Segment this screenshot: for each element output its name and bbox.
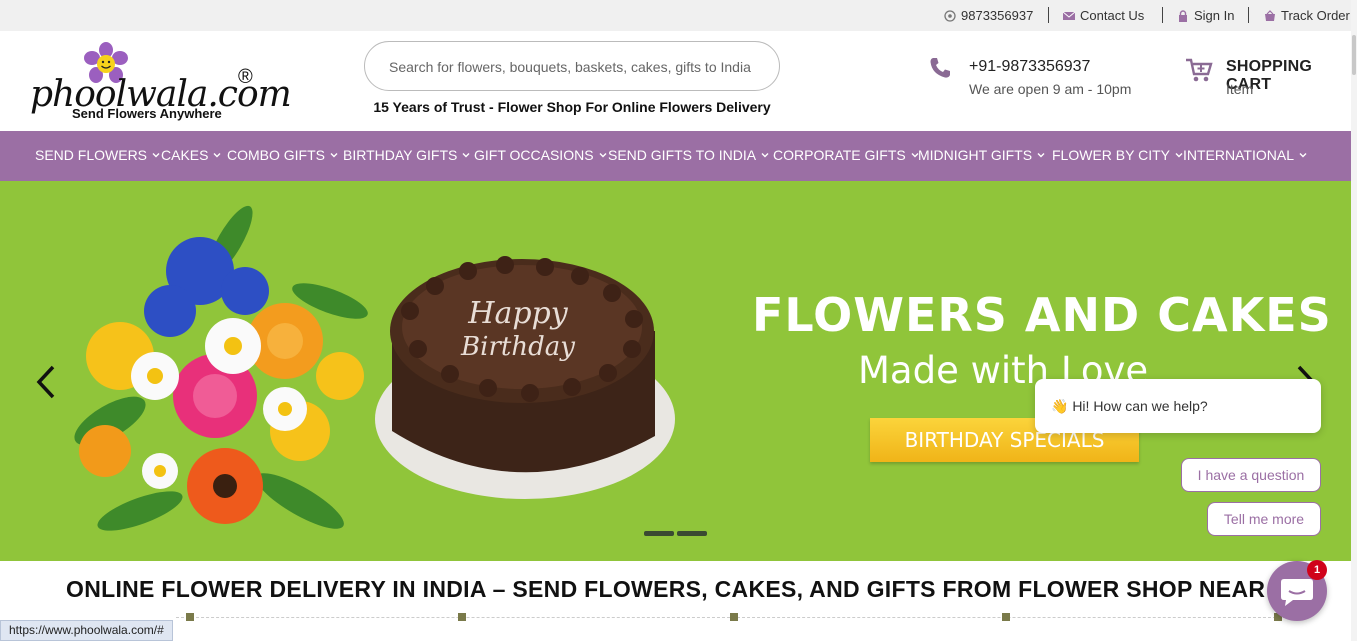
cart-item-count: Item (1226, 81, 1254, 97)
chevron-down-icon (1175, 153, 1183, 158)
chevron-down-icon (152, 153, 160, 158)
divider-ornament (458, 613, 466, 621)
trust-tagline: 15 Years of Trust - Flower Shop For Onli… (373, 99, 771, 115)
page-scrollbar[interactable] (1351, 0, 1357, 641)
nav-cakes[interactable]: CAKES (161, 147, 221, 163)
carousel-dot[interactable] (677, 531, 707, 536)
chevron-down-icon (599, 153, 607, 158)
flowers-and-cake-image: Happy Birthday (74, 205, 675, 531)
chevron-down-icon (330, 153, 338, 158)
whatsapp-icon (944, 9, 956, 22)
lock-icon (1179, 9, 1187, 22)
top-utility-bar: 9873356937 Contact Us Sign In Track Orde… (0, 0, 1357, 31)
carousel-dot[interactable] (644, 531, 674, 536)
nav-midnight-gifts[interactable]: MIDNIGHT GIFTS (918, 147, 1045, 163)
hero-banner[interactable]: Happy Birthday FLOWERS AND CAKES Made wi… (0, 181, 1351, 561)
cart-icon[interactable] (1185, 57, 1213, 83)
basket-icon (1265, 9, 1275, 21)
phone-number[interactable]: +91-9873356937 (969, 58, 1090, 76)
carousel-prev-arrow[interactable] (36, 365, 56, 399)
divider-ornament (730, 613, 738, 621)
chevron-down-icon (1037, 153, 1045, 158)
chevron-down-icon (462, 153, 470, 158)
nav-birthday-gifts[interactable]: BIRTHDAY GIFTS (343, 147, 470, 163)
track-order-label: Track Order (1281, 8, 1350, 23)
chevron-down-icon (761, 153, 769, 158)
chat-option-question[interactable]: I have a question (1181, 458, 1321, 492)
nav-combo-gifts[interactable]: COMBO GIFTS (227, 147, 338, 163)
nav-international[interactable]: INTERNATIONAL (1183, 147, 1307, 163)
logo-tagline: Send Flowers Anywhere (72, 106, 222, 121)
cake-text-happy: Happy (467, 296, 568, 331)
chat-option-tell-more[interactable]: Tell me more (1207, 502, 1321, 536)
whatsapp-number: 9873356937 (961, 8, 1034, 23)
search-input[interactable] (389, 56, 765, 78)
nav-send-gifts-to-india[interactable]: SEND GIFTS TO INDIA (608, 147, 769, 163)
opening-hours: We are open 9 am - 10pm (969, 81, 1132, 97)
contact-us-link[interactable]: Contact Us (1063, 8, 1144, 23)
scrollbar-thumb[interactable] (1352, 35, 1356, 75)
banner-title: FLOWERS AND CAKES (752, 288, 1332, 342)
whatsapp-link[interactable]: 9873356937 (944, 8, 1033, 23)
nav-corporate-gifts[interactable]: CORPORATE GIFTS (773, 147, 919, 163)
phone-icon (930, 58, 950, 78)
nav-gift-occasions[interactable]: GIFT OCCASIONS (474, 147, 607, 163)
divider-ornament (1002, 613, 1010, 621)
search-box (364, 41, 780, 91)
sign-in-label: Sign In (1194, 8, 1235, 23)
chevron-down-icon (213, 153, 221, 158)
envelope-icon (1063, 11, 1075, 20)
track-order-link[interactable]: Track Order (1264, 8, 1350, 23)
registered-mark: ® (238, 66, 253, 88)
sign-in-link[interactable]: Sign In (1177, 8, 1234, 23)
browser-status-url: https://www.phoolwala.com/# (0, 620, 173, 641)
divider (1248, 7, 1249, 23)
cake-text-birthday: Birthday (460, 332, 575, 362)
contact-us-label: Contact Us (1080, 8, 1145, 23)
site-logo[interactable]: phoolwala.com ® Send Flowers Anywhere (30, 42, 292, 122)
section-heading: ONLINE FLOWER DELIVERY IN INDIA – SEND F… (66, 576, 1323, 602)
divider (1048, 7, 1049, 23)
nav-send-flowers[interactable]: SEND FLOWERS (35, 147, 160, 163)
chat-greeting-bubble: 👋 Hi! How can we help? (1035, 379, 1321, 433)
chevron-down-icon (1299, 153, 1307, 158)
divider (1162, 7, 1163, 23)
main-nav: SEND FLOWERS CAKES COMBO GIFTS BIRTHDAY … (0, 131, 1351, 181)
divider-ornament (186, 613, 194, 621)
chat-unread-badge: 1 (1307, 560, 1327, 580)
carousel-indicators (644, 531, 707, 536)
nav-flower-by-city[interactable]: FLOWER BY CITY (1052, 147, 1183, 163)
